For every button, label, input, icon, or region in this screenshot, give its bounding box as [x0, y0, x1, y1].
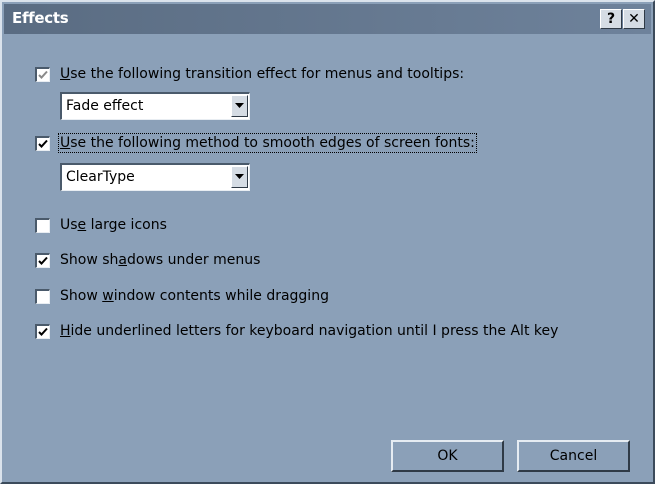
ok-button[interactable]: OK	[391, 440, 504, 472]
checkmark-icon	[38, 256, 48, 265]
dropdown-arrow-button[interactable]	[231, 166, 248, 188]
hide-underlines-checkbox[interactable]	[35, 324, 50, 339]
smooth-fonts-checkbox[interactable]	[35, 136, 50, 151]
transition-effect-label: Use the following transition effect for …	[60, 66, 465, 82]
menu-shadows-checkbox[interactable]	[35, 253, 50, 268]
transition-effect-checkbox[interactable]	[35, 67, 50, 82]
chevron-down-icon	[235, 174, 244, 179]
large-icons-label: Use large icons	[60, 217, 167, 233]
dropdown-arrow-button[interactable]	[231, 95, 248, 117]
drag-contents-checkbox[interactable]	[35, 289, 50, 304]
dialog-title: Effects	[12, 9, 69, 27]
drag-contents-label: Show window contents while dragging	[60, 288, 329, 304]
smoothing-method-value: ClearType	[66, 169, 135, 185]
title-bar[interactable]: Effects ? ✕	[4, 4, 651, 34]
close-button[interactable]: ✕	[623, 9, 645, 29]
checkmark-icon	[38, 70, 48, 79]
smoothing-method-select[interactable]: ClearType	[60, 163, 250, 191]
cancel-button[interactable]: Cancel	[517, 440, 630, 472]
smooth-fonts-label: Use the following method to smooth edges…	[58, 133, 477, 153]
checkmark-icon	[38, 139, 48, 148]
effects-dialog: Effects ? ✕ Use the following transition…	[0, 0, 655, 484]
menu-shadows-label: Show shadows under menus	[60, 252, 261, 268]
help-button[interactable]: ?	[600, 9, 622, 29]
hide-underlines-label: Hide underlined letters for keyboard nav…	[60, 323, 559, 339]
transition-effect-select[interactable]: Fade effect	[60, 92, 250, 120]
chevron-down-icon	[235, 103, 244, 108]
large-icons-checkbox[interactable]	[35, 218, 50, 233]
transition-effect-value: Fade effect	[66, 98, 144, 114]
checkmark-icon	[38, 327, 48, 336]
